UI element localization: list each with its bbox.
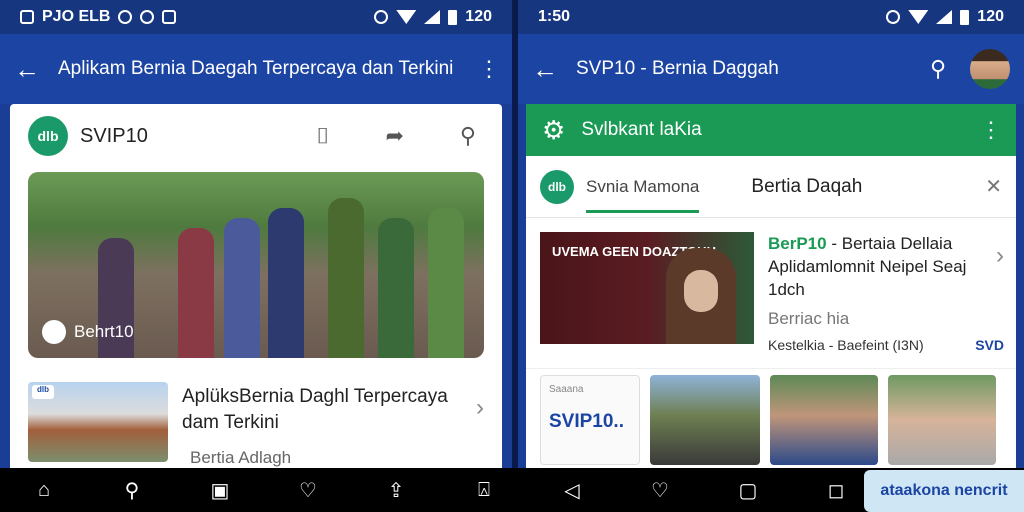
brand-logo: dlb xyxy=(540,169,574,204)
heart-icon[interactable]: ♡ xyxy=(264,478,352,503)
status-time: 1:50 xyxy=(538,8,571,25)
settings-icon xyxy=(140,10,155,24)
app-title: SVP10 - Bernia Daggah xyxy=(576,58,779,79)
tab-bertia-daqah[interactable]: Bertia Daqah xyxy=(751,176,973,198)
upload-icon[interactable]: ⇪ xyxy=(352,478,440,503)
section-title: Svlbkant laKia xyxy=(581,119,702,140)
back-arrow-icon[interactable]: ← xyxy=(14,54,58,85)
back-triangle-icon[interactable]: ◁ xyxy=(528,478,616,503)
item-thumbnail: dlb xyxy=(28,382,168,462)
image-icon xyxy=(162,10,177,24)
chevron-right-icon: › xyxy=(476,394,484,421)
system-nav-bar: ⌂ ⚲ ▣ ♡ ⇪ ⍓ ◁ ♡ ▢ ◻ ataakona nencrit xyxy=(0,468,1024,512)
hero-label: Behrt10 xyxy=(74,322,134,341)
featured-text: BerP10 - Bertaia Dellaia Aplidamlomnit N… xyxy=(768,232,1004,368)
featured-title-highlight: BerP10 xyxy=(768,234,827,253)
person-image xyxy=(666,248,736,344)
battery-icon xyxy=(960,9,970,25)
recent-apps-icon[interactable]: ▢ xyxy=(704,478,792,503)
bookmark-icon[interactable]: ⍓ xyxy=(440,479,528,502)
back-arrow-icon[interactable]: ← xyxy=(532,54,576,85)
alarm-icon xyxy=(886,10,901,24)
brand-name: SVIP10 xyxy=(80,124,148,147)
tabs-row: dlb Svnia Mamona Bertia Daqah ✕ xyxy=(526,156,1016,218)
tab-svnia-mamona[interactable]: Svnia Mamona xyxy=(586,177,700,213)
search-icon[interactable]: ⚲ xyxy=(460,123,476,149)
nav-pill-button[interactable]: ataakona nencrit xyxy=(864,470,1024,512)
signal-icon xyxy=(936,10,953,24)
card-header: dlb SVIP10 ⌷ ➦ ⚲ xyxy=(10,104,502,168)
heart-icon[interactable]: ♡ xyxy=(616,478,704,503)
chevron-right-icon: › xyxy=(996,242,1004,269)
thumbnail-tile[interactable] xyxy=(650,375,760,465)
wifi-icon xyxy=(396,10,417,24)
alarm-icon xyxy=(374,10,389,24)
app-bar: ← SVP10 - Bernia Daggah ⚲ xyxy=(518,34,1024,104)
status-right-text: 120 xyxy=(465,8,492,25)
brand-logo: dlb xyxy=(28,116,68,156)
gear-icon[interactable]: ⚙ xyxy=(542,115,565,146)
thumb-logo: dlb xyxy=(32,385,54,399)
battery-icon xyxy=(448,9,458,25)
right-screen: 1:50 120 ← SVP10 - Bernia Daggah ⚲ ⚙ Svl… xyxy=(518,0,1024,468)
share-icon[interactable]: ➦ xyxy=(385,123,403,149)
hero-image[interactable]: Behrt10 xyxy=(28,172,484,358)
status-bar: 1:50 120 xyxy=(518,0,1024,34)
featured-subtitle: Berriac hia xyxy=(768,309,850,328)
bookmark-icon[interactable]: ⌷ xyxy=(316,123,329,149)
thumbnail-tile[interactable]: Saaana SVIP10.. xyxy=(540,375,640,465)
wifi-icon xyxy=(908,10,929,24)
close-icon[interactable]: ✕ xyxy=(985,174,1002,199)
left-screen: PJO ELB 120 ← Aplikam Bernia Daegah Terp… xyxy=(0,0,512,468)
status-left-text: PJO ELB xyxy=(42,8,111,25)
camera-icon[interactable]: ▣ xyxy=(176,478,264,503)
featured-image: UVEMA GEEN DOAZTOHH xyxy=(540,232,754,344)
app-title: Aplikam Bernia Daegah Terpercaya dan Ter… xyxy=(58,58,454,79)
app-bar: ← Aplikam Bernia Daegah Terpercaya dan T… xyxy=(0,34,512,104)
article-card: dlb SVIP10 ⌷ ➦ ⚲ Behrt10 dlb AplüksBerni… xyxy=(10,104,502,468)
notification-icon xyxy=(20,10,34,24)
tile-small-text: Saaana xyxy=(549,384,584,395)
green-section-bar: ⚙ Svlbkant laKia ⋮ xyxy=(526,104,1016,156)
thumbnail-tile[interactable] xyxy=(888,375,996,465)
featured-article[interactable]: UVEMA GEEN DOAZTOHH BerP10 - Bertaia Del… xyxy=(526,218,1016,368)
clock-icon xyxy=(118,10,133,24)
right-content: dlb Svnia Mamona Bertia Daqah ✕ UVEMA GE… xyxy=(526,156,1016,468)
thumbnail-tile[interactable] xyxy=(770,375,878,465)
avatar[interactable] xyxy=(970,49,1010,89)
featured-meta: Kestelkia - Baefeint (I3N) xyxy=(768,337,924,353)
item-subtitle: Bertia Adlagh xyxy=(190,448,292,467)
moon-icon xyxy=(42,320,66,344)
featured-tag: SVD xyxy=(975,337,1004,353)
signal-icon xyxy=(424,10,441,24)
hero-badge: Behrt10 xyxy=(42,320,134,344)
tile-big-text: SVIP10.. xyxy=(549,411,624,432)
status-right-text: 120 xyxy=(977,8,1004,25)
search-icon[interactable]: ⚲ xyxy=(88,478,176,503)
home-icon[interactable]: ⌂ xyxy=(0,479,88,502)
more-options-icon[interactable]: ⋮ xyxy=(478,56,500,82)
thumbnail-row: Saaana SVIP10.. xyxy=(526,368,1016,468)
more-options-icon[interactable]: ⋮ xyxy=(980,117,1002,143)
search-icon[interactable]: ⚲ xyxy=(930,56,970,82)
status-bar: PJO ELB 120 xyxy=(0,0,512,34)
